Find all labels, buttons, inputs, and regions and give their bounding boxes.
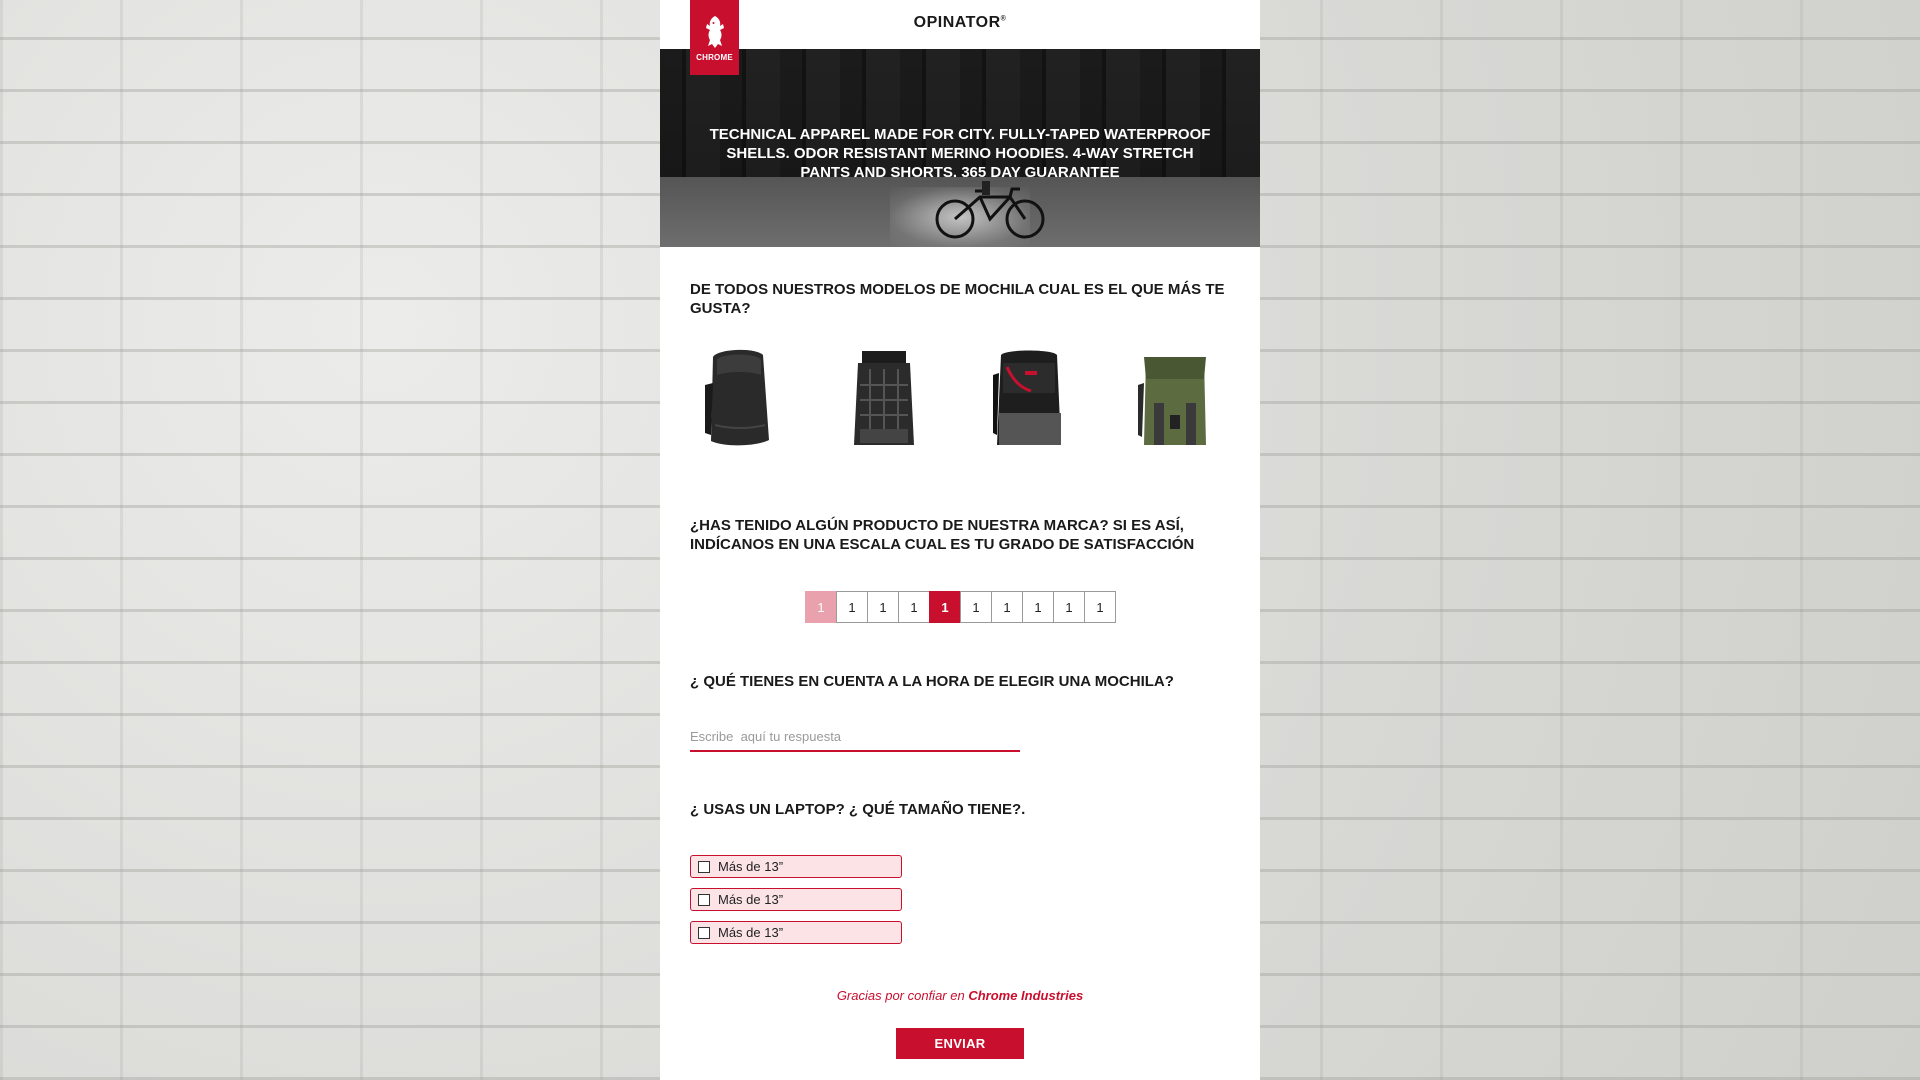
question-3-title: ¿ QUÉ TIENES EN CUENTA A LA HORA DE ELEG… bbox=[690, 673, 1174, 690]
scale-option-7[interactable]: 1 bbox=[991, 591, 1023, 623]
bicycle-icon bbox=[935, 181, 1045, 239]
scale-option-1[interactable]: 1 bbox=[805, 591, 837, 623]
laptop-option-2[interactable]: Más de 13” bbox=[690, 888, 902, 911]
answer-input[interactable] bbox=[690, 722, 1020, 752]
scale-option-9[interactable]: 1 bbox=[1053, 591, 1085, 623]
laptop-option-label: Más de 13” bbox=[718, 892, 784, 907]
opinator-logo-mark: ® bbox=[1000, 15, 1007, 23]
thanks-message: Gracias por confiar en Chrome Industries bbox=[660, 988, 1260, 1003]
backpack-options bbox=[690, 345, 1230, 475]
scale-option-2[interactable]: 1 bbox=[836, 591, 868, 623]
laptop-option-label: Más de 13” bbox=[718, 859, 784, 874]
hero-tagline: TECHNICAL APPAREL MADE FOR CITY. FULLY-T… bbox=[709, 126, 1211, 181]
backpack-option-1[interactable] bbox=[695, 345, 785, 460]
question-2-title: ¿HAS TENIDO ALGÚN PRODUCTO DE NUESTRA MA… bbox=[690, 517, 1195, 553]
hero-banner: TECHNICAL APPAREL MADE FOR CITY. FULLY-T… bbox=[660, 49, 1260, 247]
submit-button[interactable]: ENVIAR bbox=[896, 1028, 1024, 1059]
griffin-emblem-icon bbox=[705, 15, 724, 48]
chrome-logo: CHROME bbox=[690, 0, 739, 75]
laptop-size-options: Más de 13” Más de 13” Más de 13” bbox=[690, 855, 902, 954]
opinator-logo-text: OPINATOR bbox=[913, 14, 1001, 31]
checkbox-icon[interactable] bbox=[698, 926, 710, 939]
laptop-option-1[interactable]: Más de 13” bbox=[690, 855, 902, 878]
checkbox-icon[interactable] bbox=[698, 860, 710, 873]
thanks-prefix: Gracias por confiar en bbox=[836, 988, 969, 1003]
backpack-option-3[interactable] bbox=[985, 345, 1075, 460]
laptop-option-label: Más de 13” bbox=[718, 925, 784, 940]
thanks-brand: Chrome Industries bbox=[968, 988, 1084, 1003]
scale-option-4[interactable]: 1 bbox=[898, 591, 930, 623]
backpack-option-4[interactable] bbox=[1130, 345, 1220, 460]
scale-option-10[interactable]: 1 bbox=[1084, 591, 1116, 623]
question-4-title: ¿ USAS UN LAPTOP? ¿ QUÉ TAMAÑO TIENE?. bbox=[690, 801, 1026, 818]
logo-text: CHROME bbox=[696, 52, 733, 62]
header-bar: CHROME OPINATOR® bbox=[660, 0, 1260, 75]
scale-option-5-selected[interactable]: 1 bbox=[929, 591, 961, 623]
opinator-logo: OPINATOR® bbox=[660, 14, 1260, 32]
scale-option-8[interactable]: 1 bbox=[1022, 591, 1054, 623]
scale-option-3[interactable]: 1 bbox=[867, 591, 899, 623]
question-1-title: DE TODOS NUESTROS MODELOS DE MOCHILA CUA… bbox=[690, 281, 1225, 317]
checkbox-icon[interactable] bbox=[698, 893, 710, 906]
laptop-option-3[interactable]: Más de 13” bbox=[690, 921, 902, 944]
survey-panel: CHROME OPINATOR® TECHNICAL APPAREL MADE … bbox=[660, 0, 1260, 1080]
backpack-option-2[interactable] bbox=[840, 345, 930, 460]
scale-option-6[interactable]: 1 bbox=[960, 591, 992, 623]
satisfaction-scale: 1 1 1 1 1 1 1 1 1 1 bbox=[805, 591, 1116, 623]
